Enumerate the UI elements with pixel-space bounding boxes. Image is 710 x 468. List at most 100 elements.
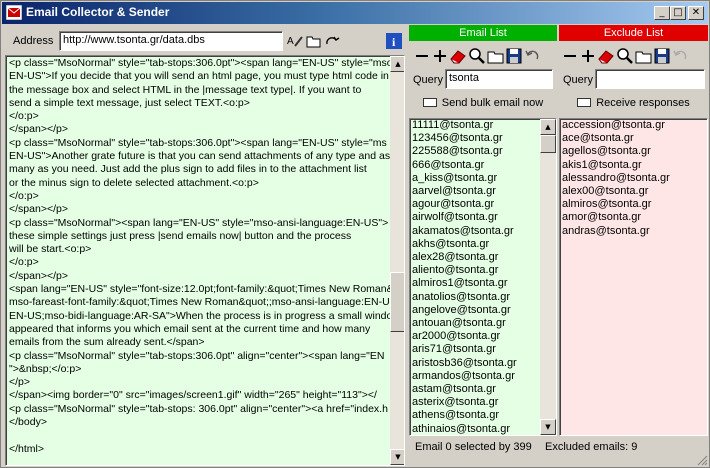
- list-item[interactable]: almiros1@tsonta.gr: [412, 277, 517, 290]
- editor-line: <p class="MsoNormal" style="tab-stops:30…: [9, 57, 392, 69]
- list-item[interactable]: andras@tsonta.gr: [562, 225, 670, 238]
- editor-line: emails from the sum already sent.</span>: [9, 336, 205, 349]
- editor-line: these simple settings just press |send e…: [9, 229, 352, 242]
- save-icon[interactable]: [653, 47, 671, 65]
- exclude-list-header: Exclude List: [559, 25, 708, 41]
- list-item[interactable]: antouan@tsonta.gr: [412, 317, 517, 330]
- list-item[interactable]: amor@tsonta.gr: [562, 211, 670, 224]
- editor-line: </o:p>: [9, 256, 39, 269]
- email-items: 11111@tsonta.gr 123456@tsonta.gr 225588@ts…: [412, 119, 517, 435]
- envelope-icon: [577, 98, 592, 107]
- list-item[interactable]: 11111@tsonta.gr: [412, 119, 517, 132]
- list-item[interactable]: athens@tsonta.gr: [412, 409, 517, 422]
- list-item[interactable]: angelove@tsonta.gr: [412, 304, 517, 317]
- editor-line: </body>: [9, 416, 47, 429]
- plus-icon[interactable]: [431, 47, 449, 65]
- editor-line: will be start.<o:p>: [9, 243, 92, 256]
- address-label: Address: [13, 35, 54, 47]
- scroll-thumb[interactable]: [540, 135, 556, 153]
- list-item[interactable]: alessandro@tsonta.gr: [562, 172, 670, 185]
- list-item[interactable]: ace@tsonta.gr: [562, 132, 670, 145]
- resize-grip-icon[interactable]: [696, 454, 708, 466]
- editor-line: EN-US">If you decide that you will send …: [9, 70, 389, 83]
- email-query-input[interactable]: tsonta: [445, 69, 553, 89]
- editor-line: <p class="MsoNormal" style="tab-stops:30…: [9, 349, 385, 362]
- send-bulk-email-label: Send bulk email now: [441, 97, 544, 109]
- editor-line: EN-US">Another grate future is that you …: [9, 150, 391, 163]
- list-item[interactable]: 123456@tsonta.gr: [412, 132, 517, 145]
- info-icon[interactable]: i: [386, 33, 402, 49]
- eraser-icon[interactable]: [449, 47, 467, 65]
- editor-line: send a simple text message, just select …: [9, 96, 250, 109]
- list-item[interactable]: anatolios@tsonta.gr: [412, 291, 517, 304]
- message-body-text[interactable]: <p class="MsoNormal" style="tab-stops:30…: [9, 57, 392, 465]
- scroll-up-button[interactable]: ▲: [540, 119, 556, 135]
- title-bar[interactable]: Email Collector & Sender _ □ ✕: [2, 2, 708, 24]
- email-list-header: Email List: [409, 25, 557, 41]
- scroll-down-button[interactable]: ▼: [390, 449, 404, 465]
- list-item[interactable]: 225588@tsonta.gr: [412, 145, 517, 158]
- list-item[interactable]: agour@tsonta.gr: [412, 198, 517, 211]
- scroll-down-button[interactable]: ▼: [540, 419, 556, 435]
- search-icon[interactable]: [616, 47, 634, 65]
- editor-line: many as you need. Just add the plus sign…: [9, 163, 367, 176]
- minimize-button[interactable]: _: [654, 6, 670, 20]
- open-folder-icon[interactable]: [306, 33, 322, 49]
- redo-icon[interactable]: [324, 33, 340, 49]
- list-item[interactable]: aliento@tsonta.gr: [412, 264, 517, 277]
- list-item[interactable]: aristosb36@tsonta.gr: [412, 357, 517, 370]
- email-list-scrollbar[interactable]: ▲ ▼: [540, 119, 556, 435]
- window-title: Email Collector & Sender: [26, 5, 170, 19]
- editor-line: ">&nbsp;</o:p>: [9, 362, 82, 375]
- email-listbox[interactable]: 11111@tsonta.gr 123456@tsonta.gr 225588@ts…: [409, 118, 557, 436]
- plus-icon[interactable]: [579, 47, 597, 65]
- editor-line: </span></p>: [9, 203, 68, 216]
- envelope-app-icon: [6, 5, 22, 20]
- list-item[interactable]: accession@tsonta.gr: [562, 119, 670, 132]
- list-item[interactable]: airwolf@tsonta.gr: [412, 211, 517, 224]
- maximize-button[interactable]: □: [670, 6, 686, 20]
- message-body-editor[interactable]: <p class="MsoNormal" style="tab-stops:30…: [5, 55, 405, 466]
- list-item[interactable]: asterix@tsonta.gr: [412, 396, 517, 409]
- open-folder-icon[interactable]: [635, 47, 653, 65]
- minus-icon[interactable]: [561, 47, 579, 65]
- minus-icon[interactable]: [413, 47, 431, 65]
- editor-scrollbar[interactable]: ▲ ▼: [390, 56, 404, 465]
- pick-address-icon[interactable]: A: [287, 33, 303, 49]
- receive-responses-button[interactable]: Receive responses: [561, 94, 706, 114]
- list-item[interactable]: ar2000@tsonta.gr: [412, 330, 517, 343]
- list-item[interactable]: akhs@tsonta.gr: [412, 238, 517, 251]
- eraser-icon[interactable]: [597, 47, 615, 65]
- editor-line: mso-fareast-font-family:&quot;Times New …: [9, 296, 392, 309]
- list-item[interactable]: alex00@tsonta.gr: [562, 185, 670, 198]
- exclude-query-input[interactable]: [595, 69, 705, 89]
- list-item[interactable]: 666@tsonta.gr: [412, 159, 517, 172]
- list-item[interactable]: armandos@tsonta.gr: [412, 370, 517, 383]
- undo-icon[interactable]: [523, 47, 541, 65]
- list-item[interactable]: akis1@tsonta.gr: [562, 159, 670, 172]
- scroll-thumb[interactable]: [390, 272, 404, 332]
- scroll-up-button[interactable]: ▲: [390, 56, 404, 72]
- editor-line: </span><img border="0" src="images/scree…: [9, 389, 377, 402]
- exclude-items: accession@tsonta.gr ace@tsonta.gr agellos@…: [562, 119, 670, 238]
- open-folder-icon[interactable]: [487, 47, 505, 65]
- exclude-listbox[interactable]: accession@tsonta.gr ace@tsonta.gr agellos@…: [559, 118, 708, 436]
- search-icon[interactable]: [468, 47, 486, 65]
- send-bulk-email-button[interactable]: Send bulk email now: [411, 94, 555, 114]
- undo-icon[interactable]: [671, 47, 689, 65]
- editor-line: </span></p>: [9, 269, 68, 282]
- list-item[interactable]: akamatos@tsonta.gr: [412, 225, 517, 238]
- list-item[interactable]: athinaios@tsonta.gr: [412, 423, 517, 435]
- editor-line: </o:p>: [9, 110, 39, 123]
- list-item[interactable]: almiros@tsonta.gr: [562, 198, 670, 211]
- list-item[interactable]: a_kiss@tsonta.gr: [412, 172, 517, 185]
- address-input[interactable]: http://www.tsonta.gr/data.dbs: [59, 31, 283, 51]
- list-item[interactable]: aris71@tsonta.gr: [412, 343, 517, 356]
- list-item[interactable]: alex28@tsonta.gr: [412, 251, 517, 264]
- list-item[interactable]: astam@tsonta.gr: [412, 383, 517, 396]
- list-item[interactable]: agellos@tsonta.gr: [562, 145, 670, 158]
- exclude-list-panel: Exclude List Query Receive responses acc…: [559, 25, 708, 466]
- list-item[interactable]: aarvel@tsonta.gr: [412, 185, 517, 198]
- close-button[interactable]: ✕: [688, 6, 704, 20]
- save-icon[interactable]: [505, 47, 523, 65]
